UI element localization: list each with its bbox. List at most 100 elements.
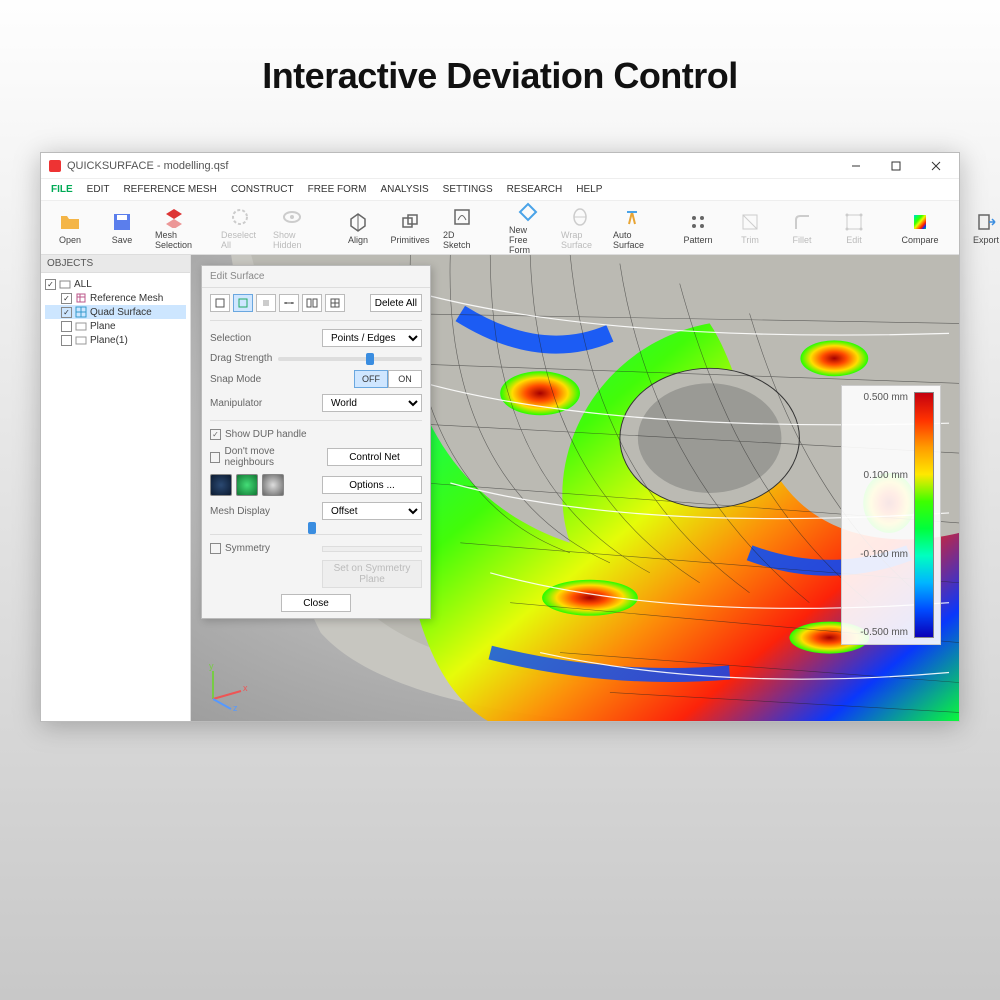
mode-edge-icon[interactable] — [233, 294, 253, 312]
snap-off-button[interactable]: OFF — [354, 370, 388, 388]
tree-item-quad-surface[interactable]: ✓Quad Surface — [45, 305, 186, 319]
tool-pattern[interactable]: Pattern — [675, 204, 721, 252]
tool-edit: Edit — [831, 204, 877, 252]
edit-surface-panel[interactable]: Edit Surface Delete All — [201, 265, 431, 619]
snap-on-button[interactable]: ON — [388, 370, 422, 388]
snap-mode-toggle[interactable]: OFF ON — [354, 370, 422, 388]
symmetry-checkbox[interactable]: Symmetry — [210, 543, 270, 554]
window-title: QUICKSURFACE - modelling.qsf — [67, 160, 837, 172]
tool-deselect-all: Deselect All — [217, 204, 263, 252]
legend-lo: -0.100 mm — [860, 549, 908, 560]
display-deviation-icon[interactable] — [236, 474, 258, 496]
tree-root-label: ALL — [74, 279, 92, 290]
tool-label: Deselect All — [221, 230, 259, 250]
edit-icon — [843, 211, 865, 233]
mode-grid-icon[interactable] — [325, 294, 345, 312]
mode-point-icon[interactable] — [210, 294, 230, 312]
symmetry-value — [322, 546, 422, 552]
tool-align[interactable]: Align — [335, 204, 381, 252]
checkbox-icon[interactable]: ✓ — [45, 279, 56, 290]
objects-tree: ✓ ALL ✓Reference Mesh✓Quad SurfacePlaneP… — [41, 273, 190, 351]
tree-item-reference-mesh[interactable]: ✓Reference Mesh — [45, 291, 186, 305]
dont-move-checkbox[interactable]: Don't move neighbours — [210, 446, 321, 468]
app-window: QUICKSURFACE - modelling.qsf FILE EDIT R… — [40, 152, 960, 722]
tool-label: Wrap Surface — [561, 230, 599, 250]
tool-save[interactable]: Save — [99, 204, 145, 252]
maximize-button[interactable] — [877, 155, 915, 177]
mode-face-icon[interactable] — [256, 294, 276, 312]
tool-mesh-selection[interactable]: Mesh Selection — [151, 204, 197, 252]
tool-label: Save — [112, 235, 133, 245]
display-zebra-icon[interactable] — [262, 474, 284, 496]
menu-file[interactable]: FILE — [51, 184, 73, 195]
mesh-display-select[interactable]: Offset — [322, 502, 422, 520]
menubar: FILE EDIT REFERENCE MESH CONSTRUCT FREE … — [41, 179, 959, 201]
close-icon — [931, 161, 941, 171]
titlebar: QUICKSURFACE - modelling.qsf — [41, 153, 959, 179]
checkbox-icon[interactable] — [61, 335, 72, 346]
checkbox-icon[interactable]: ✓ — [61, 307, 72, 318]
menu-research[interactable]: RESEARCH — [507, 184, 563, 195]
tool-label: Edit — [846, 235, 862, 245]
selection-select[interactable]: Points / Edges — [322, 329, 422, 347]
menu-construct[interactable]: CONSTRUCT — [231, 184, 294, 195]
deselect-icon — [229, 206, 251, 228]
menu-analysis[interactable]: ANALYSIS — [380, 184, 428, 195]
checkbox-icon[interactable] — [61, 321, 72, 332]
trim-icon — [739, 211, 761, 233]
tool-label: Compare — [901, 235, 938, 245]
tool-new-free-form[interactable]: New Free Form — [505, 204, 551, 252]
show-dup-checkbox[interactable]: ✓Show DUP handle — [210, 429, 422, 440]
tool-label: Fillet — [792, 235, 811, 245]
menu-free-form[interactable]: FREE FORM — [308, 184, 367, 195]
tool-label: Primitives — [391, 235, 430, 245]
tool-label: Mesh Selection — [155, 230, 193, 250]
tree-item-plane[interactable]: Plane — [45, 319, 186, 333]
minimize-button[interactable] — [837, 155, 875, 177]
symmetry-label: Symmetry — [225, 543, 270, 554]
tool-primitives[interactable]: Primitives — [387, 204, 433, 252]
delete-all-button[interactable]: Delete All — [370, 294, 422, 312]
minimize-icon — [851, 161, 861, 171]
app-logo-icon — [49, 160, 61, 172]
wrap-icon — [569, 206, 591, 228]
legend-gradient-icon — [914, 392, 934, 638]
viewport-3d[interactable]: Edit Surface Delete All — [191, 255, 959, 721]
plane-icon — [75, 334, 87, 346]
menu-reference-mesh[interactable]: REFERENCE MESH — [123, 184, 216, 195]
tool-label: 2D Sketch — [443, 230, 481, 250]
hero-title: Interactive Deviation Control — [262, 55, 738, 97]
drag-strength-slider[interactable] — [278, 357, 422, 361]
axis-gizmo[interactable]: y x z — [201, 661, 251, 711]
objects-panel: OBJECTS ✓ ALL ✓Reference Mesh✓Quad Surfa… — [41, 255, 191, 721]
export-icon — [975, 211, 997, 233]
menu-help[interactable]: HELP — [576, 184, 602, 195]
grid-icon — [75, 306, 87, 318]
tool-label: Trim — [741, 235, 759, 245]
menu-edit[interactable]: EDIT — [87, 184, 110, 195]
display-shaded-icon[interactable] — [210, 474, 232, 496]
tool-2d-sketch[interactable]: 2D Sketch — [439, 204, 485, 252]
tool-auto-surface[interactable]: Auto Surface — [609, 204, 655, 252]
folder-icon — [59, 211, 81, 233]
options-button[interactable]: Options ... — [322, 476, 422, 494]
tree-item-plane-1-[interactable]: Plane(1) — [45, 333, 186, 347]
tool-export[interactable]: Export — [963, 204, 1000, 252]
group-icon — [59, 278, 71, 290]
set-symmetry-button: Set on Symmetry Plane — [322, 560, 422, 588]
mesh-selection-icon — [163, 206, 185, 228]
checkbox-icon[interactable]: ✓ — [61, 293, 72, 304]
tool-fillet: Fillet — [779, 204, 825, 252]
tool-compare[interactable]: Compare — [897, 204, 943, 252]
tree-root[interactable]: ✓ ALL — [45, 277, 186, 291]
tool-label: Open — [59, 235, 81, 245]
mode-ring-icon[interactable] — [302, 294, 322, 312]
tool-label: Export — [973, 235, 999, 245]
menu-settings[interactable]: SETTINGS — [443, 184, 493, 195]
control-net-button[interactable]: Control Net — [327, 448, 422, 466]
mode-loop-icon[interactable] — [279, 294, 299, 312]
manipulator-select[interactable]: World — [322, 394, 422, 412]
close-panel-button[interactable]: Close — [281, 594, 351, 612]
tool-open[interactable]: Open — [47, 204, 93, 252]
close-button[interactable] — [917, 155, 955, 177]
